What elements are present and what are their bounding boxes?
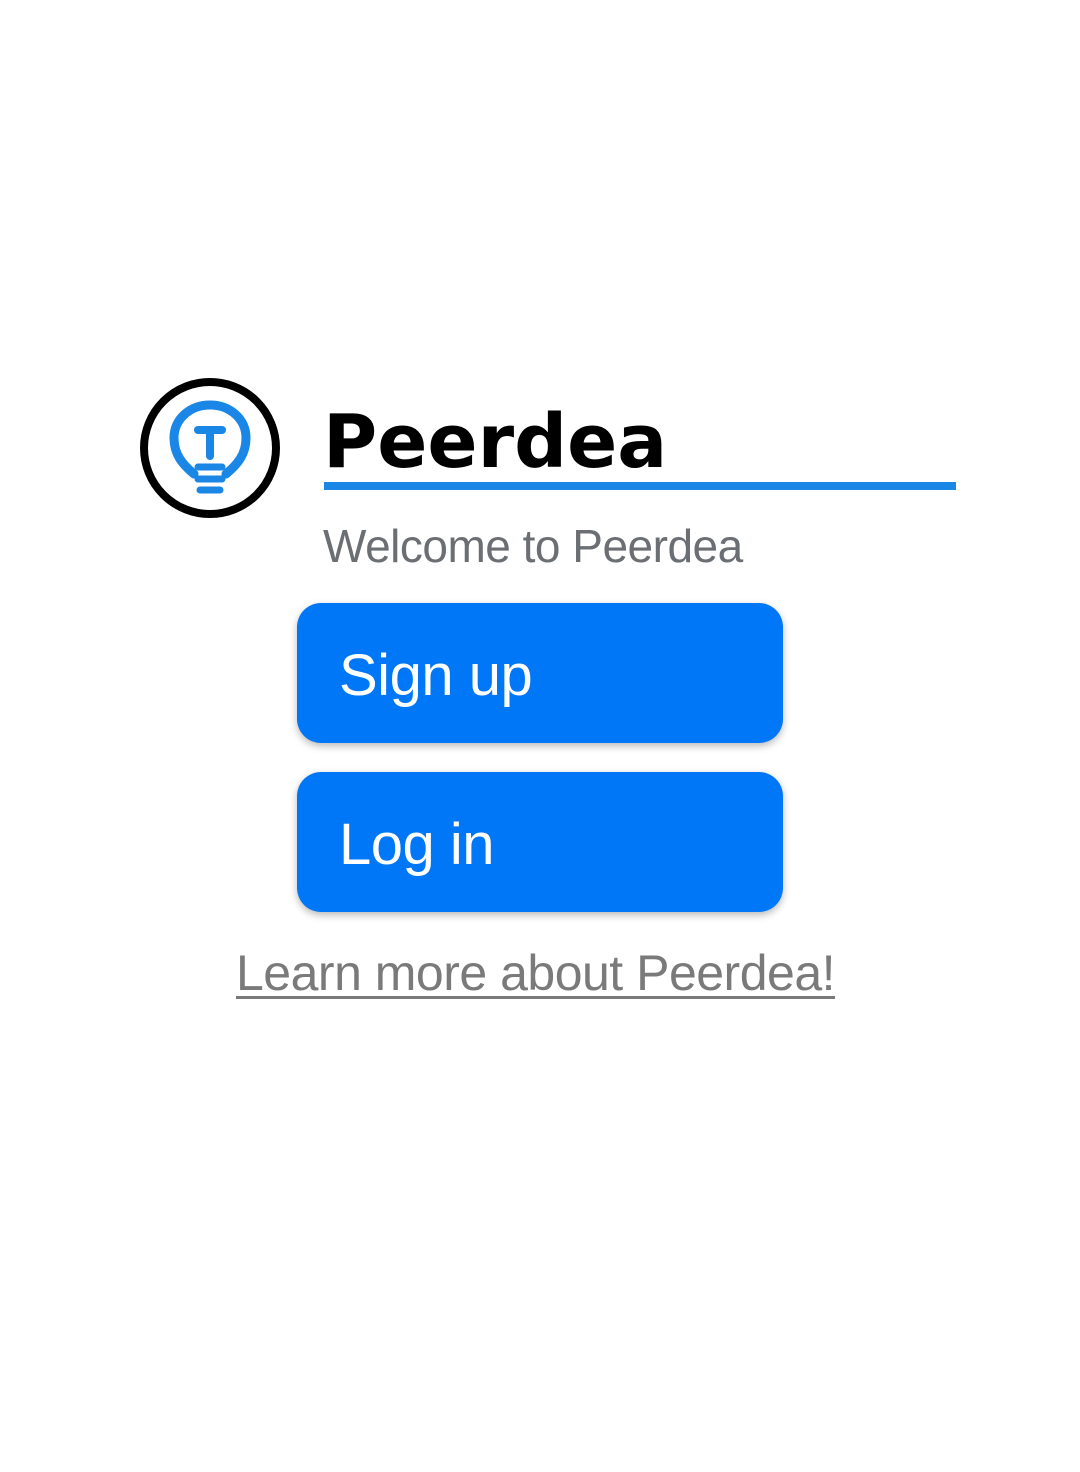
lightbulb-icon <box>140 378 280 518</box>
learn-more-link[interactable]: Learn more about Peerdea! <box>236 940 836 1006</box>
welcome-screen: Peerdea Welcome to Peerdea Sign up Log i… <box>0 0 1080 1472</box>
sign-up-button[interactable]: Sign up <box>297 603 783 743</box>
log-in-label: Log in <box>339 812 495 877</box>
brand-underline <box>324 482 956 490</box>
brand-name: Peerdea <box>323 399 668 485</box>
welcome-text: Welcome to Peerdea <box>323 520 743 572</box>
sign-up-label: Sign up <box>339 643 533 708</box>
log-in-button[interactable]: Log in <box>297 772 783 912</box>
